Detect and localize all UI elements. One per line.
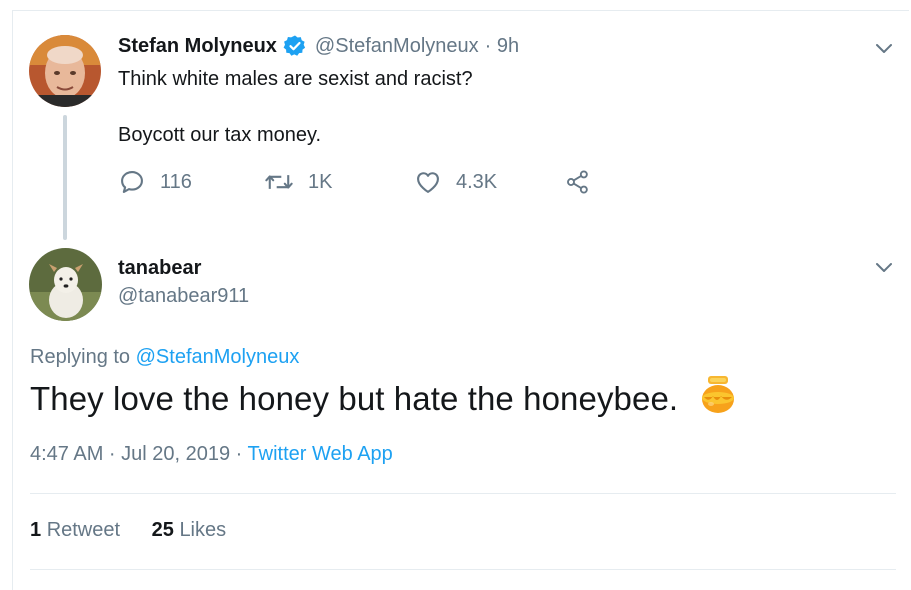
like-icon — [417, 172, 439, 193]
like-stat-count: 25 — [151, 519, 174, 541]
reply-button[interactable]: 116 — [118, 168, 192, 196]
like-stat[interactable]: 25 Likes — [152, 519, 227, 541]
share-button[interactable] — [564, 168, 592, 196]
divider-top — [30, 493, 896, 494]
original-author-handle[interactable]: @StefanMolyneux — [315, 35, 479, 58]
honey-pot-emoji-icon — [701, 374, 735, 422]
thread-line — [63, 115, 67, 240]
reply-chevron-down-icon[interactable] — [874, 257, 894, 282]
replying-to: Replying to @StefanMolyneux — [30, 346, 299, 369]
retweet-stat-label: Retweet — [46, 519, 121, 541]
original-tweet-line1: Think white males are sexist and racist? — [118, 68, 473, 90]
tweet-timestamp[interactable]: 4:47 AM · Jul 20, 2019 · — [30, 443, 242, 465]
retweet-button[interactable]: 1K — [264, 168, 332, 196]
retweet-count: 1K — [308, 170, 333, 193]
reply-author-handle[interactable]: @tanabear911 — [118, 285, 249, 308]
reply-icon — [121, 171, 143, 193]
tweet-stats: 1 Retweet 25 Likes — [30, 519, 226, 542]
tweet-source[interactable]: Twitter Web App — [248, 443, 393, 465]
avatar-stefan[interactable] — [29, 35, 101, 107]
reply-tweet-text-row: They love the honey but hate the honeybe… — [30, 374, 735, 422]
reply-author-name[interactable]: tanabear — [118, 257, 201, 280]
like-button[interactable]: 4.3K — [414, 168, 497, 196]
share-icon — [567, 170, 588, 194]
like-stat-label: Likes — [179, 519, 227, 541]
original-author-name[interactable]: Stefan Molyneux — [118, 35, 277, 58]
avatar-tanabear[interactable] — [29, 248, 102, 321]
tweet-meta: 4:47 AM · Jul 20, 2019 · Twitter Web App — [30, 443, 393, 466]
reply-tweet-text: They love the honey but hate the honeybe… — [30, 380, 679, 417]
original-tweet-time[interactable]: · 9h — [485, 35, 519, 58]
original-tweet-line2: Boycott our tax money. — [118, 124, 322, 146]
avatar-stefan-image — [29, 35, 101, 107]
chevron-down-icon[interactable] — [874, 38, 894, 63]
replying-to-link[interactable]: @StefanMolyneux — [136, 346, 300, 368]
avatar-tanabear-image — [29, 248, 102, 321]
replying-to-prefix: Replying to — [30, 346, 131, 368]
retweet-stat[interactable]: 1 Retweet — [30, 519, 120, 541]
retweet-icon — [265, 175, 293, 189]
reply-count: 116 — [160, 170, 192, 193]
like-count: 4.3K — [456, 170, 498, 193]
verified-badge-icon — [283, 34, 307, 58]
divider-bottom — [30, 569, 896, 570]
original-header: Stefan Molyneux @StefanMolyneux · 9h — [118, 34, 519, 58]
retweet-stat-count: 1 — [30, 519, 42, 541]
